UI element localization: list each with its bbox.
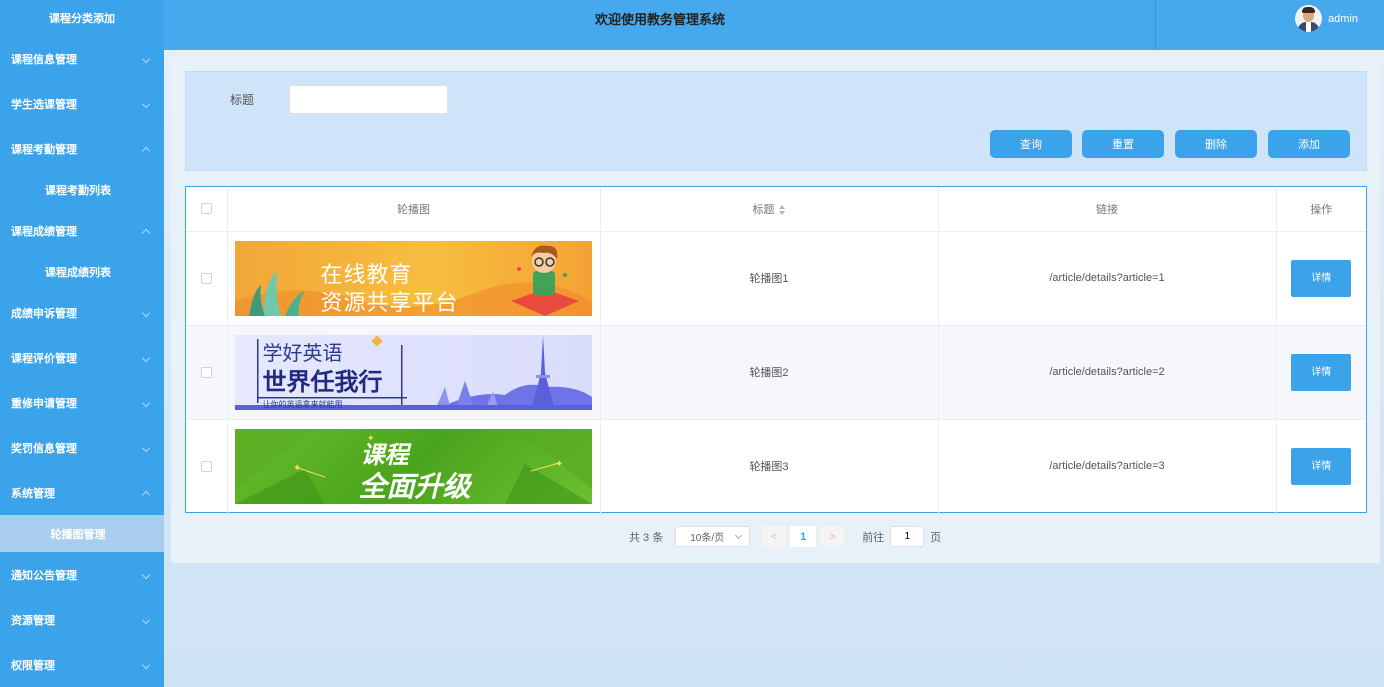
avatar [1295,5,1323,32]
pagination: 共 3 条 10条/页 < 1 > 前往 页 [629,526,941,547]
chevron-up-icon [141,490,151,499]
column-title-label: 标题 [752,203,775,216]
chevron-down-icon [735,531,743,540]
sidebar-header[interactable]: 课程分类添加 [0,0,164,36]
submenu-carousel[interactable]: 轮播图管理 [0,515,164,552]
row-title: 轮播图1 [600,231,939,326]
menu-label: 权限管理 [11,659,55,672]
menu-label: 资源管理 [11,614,55,627]
banner-line2: 世界任我行 [262,367,383,396]
select-all-checkbox[interactable] [200,203,212,215]
menu-label: 课程考勤管理 [11,143,77,156]
sidebar: 课程分类添加 课程信息管理 学生选课管理 课程考勤管理 课程考勤列表 课程成绩管… [0,0,164,687]
row-title: 轮播图2 [600,325,939,420]
title-search-input[interactable] [289,85,448,114]
menu-system[interactable]: 系统管理 [0,470,164,515]
chevron-down-icon [141,443,151,452]
table-header-row: 轮播图 标题 链接 操作 [186,187,1366,232]
chevron-down-icon [141,54,151,63]
chevron-down-icon [141,615,151,624]
details-button[interactable]: 详情 [1291,259,1352,297]
query-button[interactable]: 查询 [990,130,1072,158]
carousel-image: 学好英语 世界任我行 让你的英语拿来就能用 [234,334,592,410]
page-size-value: 10条/页 [690,533,725,544]
menu-grades[interactable]: 课程成绩管理 [0,208,164,253]
carousel-image: 在线教育 资源共享平台 [234,240,592,316]
page-number-current[interactable]: 1 [790,526,817,547]
carousel-image: ✦ ✦ ✦ 课程 全面升级 [234,428,592,504]
next-page-button[interactable]: > [820,526,845,547]
menu-label: 系统管理 [11,487,55,500]
title-label: 标题 [230,93,255,107]
menu-retake[interactable]: 重修申请管理 [0,380,164,425]
total-count: 共 3 条 [629,531,664,544]
row-link: /article/details?article=1 [938,231,1277,326]
chevron-down-icon [141,398,151,407]
goto-suffix: 页 [930,531,942,544]
menu-permissions[interactable]: 权限管理 [0,642,164,687]
menu-label: 重修申请管理 [11,397,77,410]
banner-line3: 让你的英语拿来就能用 [262,399,343,409]
menu-course-evaluation[interactable]: 课程评价管理 [0,335,164,380]
reset-button[interactable]: 重置 [1082,130,1164,158]
menu-label: 课程成绩管理 [11,225,77,238]
chevron-up-icon [141,146,151,155]
banner-line2: 资源共享平台 [320,290,459,316]
menu-label: 成绩申诉管理 [11,307,77,320]
chevron-up-icon [141,228,151,237]
table-row: 在线教育 资源共享平台 轮播图1 /article/details?articl… [186,231,1366,326]
banner-line2: 全面升级 [358,469,471,503]
menu-rewards[interactable]: 奖罚信息管理 [0,425,164,470]
menu-course-info[interactable]: 课程信息管理 [0,36,164,81]
details-button[interactable]: 详情 [1291,353,1352,391]
row-link: /article/details?article=2 [938,325,1277,420]
details-button[interactable]: 详情 [1291,447,1352,485]
row-checkbox[interactable] [200,366,212,378]
username: admin [1328,12,1358,25]
submenu-attendance-list[interactable]: 课程考勤列表 [0,171,164,208]
table-row: ✦ ✦ ✦ 课程 全面升级 轮播图3 /article/details?arti… [186,419,1366,514]
prev-page-button[interactable]: < [762,526,787,547]
menu-label: 学生选课管理 [11,98,77,111]
sort-icon[interactable] [778,204,786,215]
data-table: 轮播图 标题 链接 操作 在线教育 资源共享平台 轮播图1 /article/d… [185,186,1367,514]
goto-prefix: 前往 [862,531,885,544]
row-checkbox[interactable] [200,460,212,472]
search-panel: 标题 查询 重置 删除 添加 [185,71,1367,171]
page-title: 欢迎使用教务管理系统 [594,12,725,27]
row-checkbox[interactable] [200,272,212,284]
menu-label: 通知公告管理 [11,569,77,582]
user-menu[interactable]: admin [1295,5,1358,32]
chevron-down-icon [141,99,151,108]
goto-page-input[interactable] [890,526,925,547]
row-link: /article/details?article=3 [938,419,1277,514]
column-header-title[interactable]: 标题 [600,187,939,232]
menu-course-selection[interactable]: 学生选课管理 [0,81,164,126]
menu-label: 课程评价管理 [11,352,77,365]
menu-label: 奖罚信息管理 [11,442,77,455]
menu-resources[interactable]: 资源管理 [0,597,164,642]
menu-label: 课程信息管理 [11,53,77,66]
chevron-down-icon [141,660,151,669]
submenu-grades-list[interactable]: 课程成绩列表 [0,253,164,290]
add-button[interactable]: 添加 [1268,130,1350,158]
column-header-link: 链接 [938,187,1277,232]
chevron-down-icon [141,308,151,317]
delete-button[interactable]: 删除 [1175,130,1257,158]
page-size-select[interactable]: 10条/页 [675,526,751,547]
menu-grade-appeal[interactable]: 成绩申诉管理 [0,290,164,335]
menu-notice[interactable]: 通知公告管理 [0,552,164,597]
column-header-image: 轮播图 [227,187,601,232]
menu-attendance[interactable]: 课程考勤管理 [0,126,164,171]
svg-text:✦: ✦ [293,463,301,474]
top-bar: 欢迎使用教务管理系统 admin [164,0,1384,50]
column-header-action: 操作 [1276,187,1366,232]
table-row: 学好英语 世界任我行 让你的英语拿来就能用 轮播图2 /article/deta… [186,325,1366,420]
chevron-down-icon [141,570,151,579]
svg-text:✦: ✦ [555,459,563,470]
chevron-down-icon [141,353,151,362]
row-title: 轮播图3 [600,419,939,514]
divider [1155,0,1156,50]
